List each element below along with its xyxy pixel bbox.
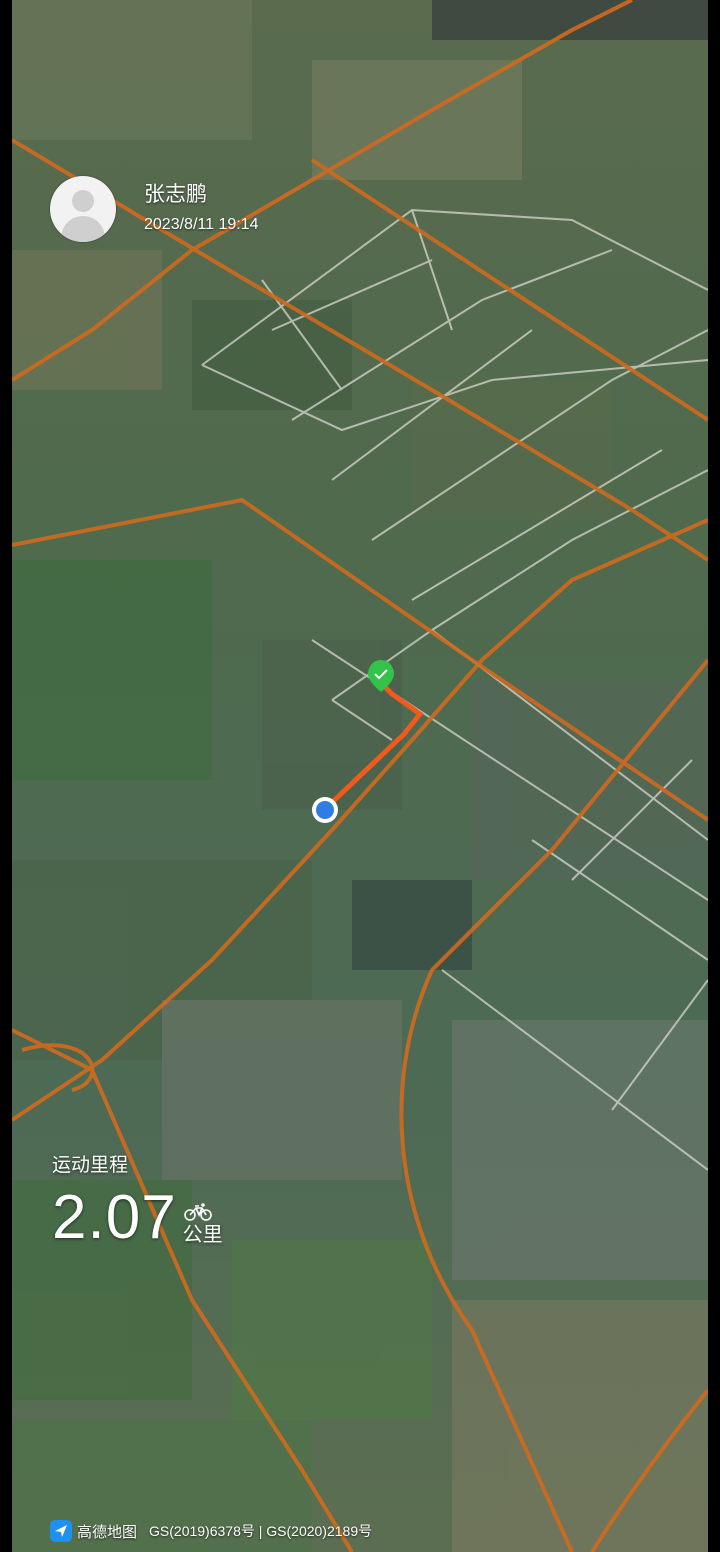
amap-logo-icon xyxy=(50,1520,72,1542)
map-attribution: 高德地图 GS(2019)6378号 | GS(2020)2189号 xyxy=(50,1520,372,1542)
distance-row: 2.07 公里 xyxy=(52,1186,223,1250)
default-avatar-icon[interactable] xyxy=(50,176,116,242)
avatar-body xyxy=(61,216,105,242)
map-frame: 张志鹏 2023/8/11 19:14 运动里程 2.07 公里 高德地图 GS… xyxy=(12,0,708,1552)
user-name: 张志鹏 xyxy=(144,183,207,206)
bicycle-icon xyxy=(183,1203,212,1221)
user-info: 张志鹏 2023/8/11 19:14 xyxy=(50,176,258,242)
map-brand: 高德地图 xyxy=(77,1523,138,1541)
user-text: 张志鹏 2023/8/11 19:14 xyxy=(144,181,258,237)
map-license: GS(2019)6378号 | GS(2020)2189号 xyxy=(149,1523,373,1539)
avatar-head xyxy=(72,190,94,212)
distance-value: 2.07 xyxy=(52,1183,177,1252)
distance-side: 公里 xyxy=(183,1202,223,1248)
activity-datetime: 2023/8/11 19:14 xyxy=(144,216,259,233)
current-location-icon[interactable] xyxy=(312,797,338,823)
distance-stats: 运动里程 2.07 公里 xyxy=(52,1152,223,1250)
distance-label: 运动里程 xyxy=(52,1155,129,1176)
distance-unit: 公里 xyxy=(182,1224,223,1246)
